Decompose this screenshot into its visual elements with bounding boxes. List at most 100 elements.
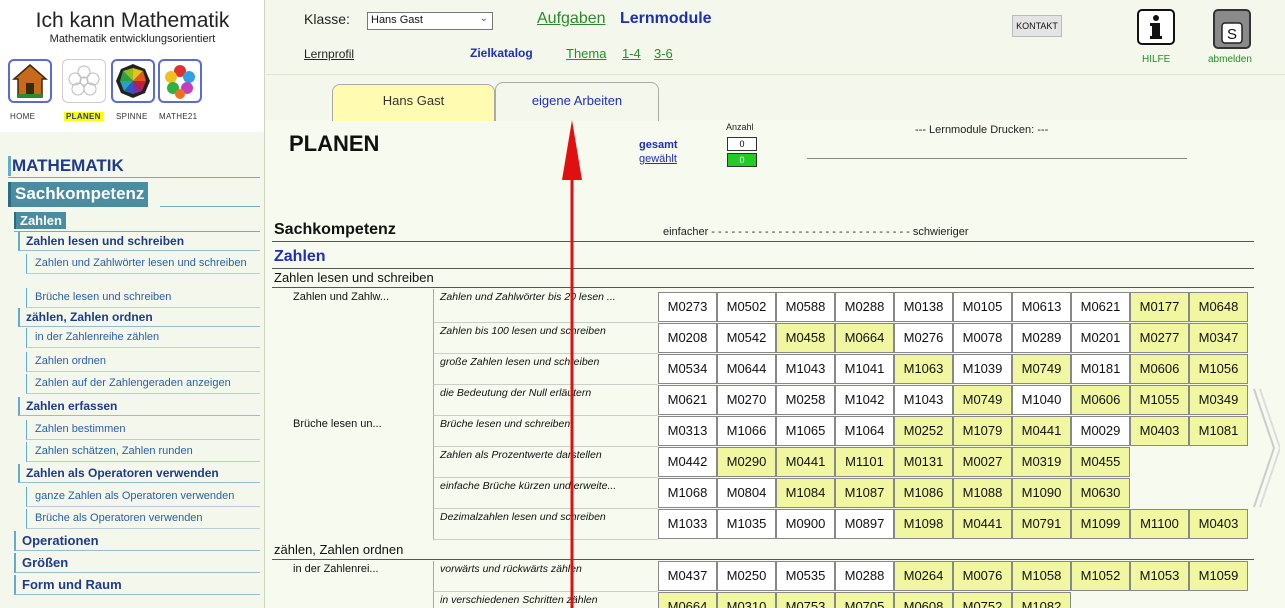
sidebar-item[interactable]: in der Zahlenreihe zählen	[26, 328, 260, 348]
goal-label[interactable]: Brüche lesen und schreiben	[433, 416, 658, 447]
module-cell[interactable]: M0644	[717, 354, 776, 384]
module-cell[interactable]: M1088	[953, 478, 1012, 508]
module-cell[interactable]: M0347	[1189, 323, 1248, 353]
module-cell[interactable]: M0502	[717, 292, 776, 322]
module-cell[interactable]: M1042	[835, 385, 894, 415]
module-cell[interactable]: M1065	[776, 416, 835, 446]
planen-label[interactable]: PLANEN	[64, 112, 103, 121]
module-cell[interactable]: M0310	[717, 592, 776, 608]
sidebar-item[interactable]: ganze Zahlen als Operatoren verwenden	[26, 487, 260, 507]
module-cell[interactable]: M0208	[658, 323, 717, 353]
home-label[interactable]: HOME	[10, 112, 35, 121]
nav-mathematik[interactable]: MATHEMATIK	[8, 152, 260, 178]
module-cell[interactable]: M1098	[894, 509, 953, 539]
sidebar-item[interactable]: Zahlen schätzen, Zahlen runden	[26, 442, 260, 462]
module-cell[interactable]: M1100	[1130, 509, 1189, 539]
module-cell[interactable]: M0270	[717, 385, 776, 415]
module-cell[interactable]: M0250	[717, 561, 776, 591]
module-cell[interactable]: M0630	[1071, 478, 1130, 508]
module-cell[interactable]: M0252	[894, 416, 953, 446]
module-cell[interactable]: M0900	[776, 509, 835, 539]
module-cell[interactable]: M0804	[717, 478, 776, 508]
module-cell[interactable]: M0290	[717, 447, 776, 477]
module-cell[interactable]: M1043	[894, 385, 953, 415]
goal-label[interactable]: Zahlen als Prozentwerte darstellen	[433, 447, 658, 478]
thema-link[interactable]: Thema	[566, 46, 606, 61]
zielkatalog-link[interactable]: Zielkatalog	[470, 46, 533, 60]
abmelden-label[interactable]: abmelden	[1208, 54, 1252, 65]
module-cell[interactable]: M1053	[1130, 561, 1189, 591]
module-cell[interactable]: M1099	[1071, 509, 1130, 539]
module-cell[interactable]: M0606	[1071, 385, 1130, 415]
module-cell[interactable]: M0076	[953, 561, 1012, 591]
module-cell[interactable]: M1063	[894, 354, 953, 384]
category-label[interactable]: Brüche lesen un...	[293, 418, 382, 430]
module-cell[interactable]: M0621	[658, 385, 717, 415]
tab-hans-gast[interactable]: Hans Gast	[332, 84, 495, 121]
module-cell[interactable]: M1040	[1012, 385, 1071, 415]
module-cell[interactable]: M0753	[776, 592, 835, 608]
sidebar-item[interactable]: Zahlen und Zahlwörter lesen und schreibe…	[26, 254, 260, 274]
module-cell[interactable]: M0588	[776, 292, 835, 322]
goal-label[interactable]: Zahlen und Zahlwörter bis 20 lesen ...	[433, 289, 658, 323]
goal-label[interactable]: große Zahlen lesen und schreiben	[433, 354, 658, 385]
module-cell[interactable]: M0458	[776, 323, 835, 353]
lernprofil-link[interactable]: Lernprofil	[304, 47, 354, 61]
module-cell[interactable]: M0441	[776, 447, 835, 477]
mathe21-icon[interactable]	[158, 59, 202, 103]
module-cell[interactable]: M0535	[776, 561, 835, 591]
sidebar-item[interactable]: zählen, Zahlen ordnen	[18, 308, 260, 327]
sidebar-item[interactable]: Größen	[14, 553, 260, 573]
module-cell[interactable]: M0455	[1071, 447, 1130, 477]
nav-sachkompetenz[interactable]: Sachkompetenz	[8, 182, 149, 207]
module-cell[interactable]: M0029	[1071, 416, 1130, 446]
module-cell[interactable]: M0897	[835, 509, 894, 539]
module-cell[interactable]: M1058	[1012, 561, 1071, 591]
range-1-4-link[interactable]: 1-4	[622, 46, 641, 61]
module-cell[interactable]: M1081	[1189, 416, 1248, 446]
mathe21-label[interactable]: MATHE21	[159, 112, 197, 121]
aufgaben-link[interactable]: Aufgaben	[537, 10, 606, 28]
goal-label[interactable]: in verschiedenen Schritten zählen	[433, 592, 658, 608]
module-cell[interactable]: M1064	[835, 416, 894, 446]
lernmodule-link[interactable]: Lernmodule	[620, 10, 712, 28]
module-cell[interactable]: M0664	[835, 323, 894, 353]
chevron-right-icon[interactable]	[1250, 383, 1280, 513]
gewaehlt-label[interactable]: gewählt	[639, 153, 677, 165]
module-cell[interactable]: M0705	[835, 592, 894, 608]
module-cell[interactable]: M1041	[835, 354, 894, 384]
module-cell[interactable]: M0542	[717, 323, 776, 353]
module-cell[interactable]: M0437	[658, 561, 717, 591]
module-cell[interactable]: M1068	[658, 478, 717, 508]
module-cell[interactable]: M0608	[894, 592, 953, 608]
module-cell[interactable]: M0276	[894, 323, 953, 353]
module-cell[interactable]: M0621	[1071, 292, 1130, 322]
sidebar-item[interactable]: Zahlen bestimmen	[26, 420, 260, 440]
module-cell[interactable]: M0791	[1012, 509, 1071, 539]
module-cell[interactable]: M0027	[953, 447, 1012, 477]
module-cell[interactable]: M0606	[1130, 354, 1189, 384]
module-cell[interactable]: M1059	[1189, 561, 1248, 591]
module-cell[interactable]: M1056	[1189, 354, 1248, 384]
spinne-icon[interactable]	[111, 59, 155, 103]
category-label[interactable]: Zahlen und Zahlw...	[293, 291, 389, 303]
module-cell[interactable]: M0264	[894, 561, 953, 591]
hilfe-label[interactable]: HILFE	[1142, 54, 1170, 65]
module-cell[interactable]: M0131	[894, 447, 953, 477]
module-cell[interactable]: M0403	[1189, 509, 1248, 539]
category-label[interactable]: in der Zahlenrei...	[293, 563, 379, 575]
module-cell[interactable]: M0349	[1189, 385, 1248, 415]
spinne-label[interactable]: SPINNE	[116, 112, 148, 121]
module-cell[interactable]: M1035	[717, 509, 776, 539]
goal-label[interactable]: Dezimalzahlen lesen und schreiben	[433, 509, 658, 540]
home-icon[interactable]	[8, 59, 52, 103]
module-cell[interactable]: M1082	[1012, 592, 1071, 608]
module-cell[interactable]: M1084	[776, 478, 835, 508]
module-cell[interactable]: M0105	[953, 292, 1012, 322]
module-cell[interactable]: M1033	[658, 509, 717, 539]
module-cell[interactable]: M1066	[717, 416, 776, 446]
goal-label[interactable]: vorwärts und rückwärts zählen	[433, 561, 658, 592]
sidebar-item[interactable]: Zahlen als Operatoren verwenden	[18, 464, 260, 483]
sidebar-item[interactable]: Zahlen ordnen	[26, 352, 260, 372]
module-cell[interactable]: M0273	[658, 292, 717, 322]
